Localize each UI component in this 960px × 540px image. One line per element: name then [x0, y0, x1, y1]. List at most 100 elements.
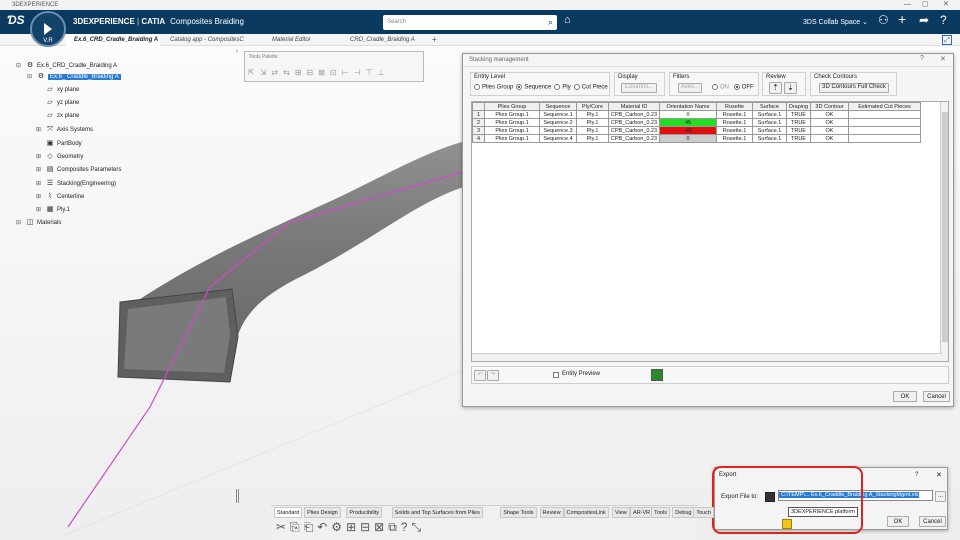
- table-cell-ply[interactable]: Ply.1: [576, 118, 609, 127]
- expand-toggle-icon[interactable]: ⊟: [27, 73, 32, 81]
- vertical-scrollbar[interactable]: [940, 102, 948, 361]
- stacking-cancel-button[interactable]: Cancel: [923, 391, 950, 402]
- browse-button[interactable]: ...: [935, 491, 946, 502]
- tab-ex6-cradle[interactable]: Ex.6_CRD_Cradle_Braiding A: [66, 34, 160, 46]
- tag-icon[interactable]: ⌂: [564, 14, 571, 26]
- stacking-ok-button[interactable]: OK: [893, 391, 917, 402]
- action-tab[interactable]: AR-VR: [630, 507, 654, 518]
- filter-off-radio[interactable]: [733, 84, 740, 90]
- table-cell-cut[interactable]: [848, 118, 921, 127]
- export-close-button[interactable]: ✕: [936, 471, 942, 479]
- tree-node[interactable]: ▣ PartBody: [46, 140, 82, 149]
- tree-node[interactable]: ⊞ ☰ Stacking(Engineering): [36, 180, 116, 189]
- table-row[interactable]: 2 Plies Group.1 Sequence.2 Ply.1 CPB_Carbon_…: [472, 118, 921, 127]
- table-cell-surface[interactable]: Surface.1: [752, 110, 787, 119]
- table-cell-contour[interactable]: OK: [810, 118, 849, 127]
- table-cell-seq[interactable]: Sequence.2: [539, 118, 577, 127]
- table-cell-orient[interactable]: 0: [659, 110, 717, 119]
- table-cell-group[interactable]: Plies Group.1: [484, 126, 540, 135]
- table-cell-group[interactable]: Plies Group.1: [484, 110, 540, 119]
- column-header[interactable]: Orientation Name: [659, 102, 717, 111]
- action-bar-icons[interactable]: ✂⎘⎗↶⚙⊞⊟⊠⧉?⤡: [276, 520, 425, 535]
- table-cell-mat[interactable]: CPB_Carbon_0.23: [608, 118, 660, 127]
- tree-node[interactable]: ⊞ ⌇ Centerline: [36, 193, 84, 202]
- action-tab[interactable]: Solids and Top Surfaces from Plies: [391, 507, 483, 518]
- tree-node[interactable]: ⊞ ⤧ Axis Systems: [36, 126, 93, 135]
- expand-toggle-icon[interactable]: ⊞: [36, 193, 41, 201]
- table-cell-ply[interactable]: Ply.1: [576, 110, 609, 119]
- tree-node[interactable]: ⊟ ◫ Materials: [16, 219, 61, 228]
- columns-button[interactable]: Columns...: [621, 83, 657, 93]
- stacking-close-button[interactable]: ✕: [940, 55, 946, 63]
- table-cell-draping[interactable]: TRUE: [786, 118, 811, 127]
- table-cell-cut[interactable]: [848, 126, 921, 135]
- table-cell-cut[interactable]: [848, 110, 921, 119]
- table-cell-mat[interactable]: CPB_Carbon_0.23: [608, 110, 660, 119]
- column-header[interactable]: Ply/Core: [576, 102, 609, 111]
- full-check-button[interactable]: 3D Contours Full Check: [819, 83, 889, 93]
- table-row[interactable]: 3 Plies Group.1 Sequence.3 Ply.1 CPB_Carbon_…: [472, 126, 921, 135]
- column-header[interactable]: Plies Group: [484, 102, 540, 111]
- table-cell-surface[interactable]: Surface.1: [752, 126, 787, 135]
- column-header[interactable]: 3D Contour: [810, 102, 849, 111]
- expand-toggle-icon[interactable]: ⊞: [36, 166, 41, 174]
- table-cell-orient[interactable]: -45: [659, 126, 717, 135]
- scroll-thumb[interactable]: [942, 112, 948, 342]
- horizontal-scrollbar[interactable]: [472, 353, 942, 361]
- maximize-button[interactable]: ▢: [922, 0, 929, 10]
- table-cell-orient[interactable]: 45: [659, 118, 717, 127]
- table-row[interactable]: 1 Plies Group.1 Sequence.1 Ply.1 CPB_Carbon_…: [472, 110, 921, 119]
- table-cell-rosette[interactable]: Rosette.1: [716, 110, 753, 119]
- redo-icon[interactable]: ↷: [487, 370, 499, 381]
- search-input[interactable]: Search ⌕: [383, 15, 557, 30]
- expand-toggle-icon[interactable]: ⊞: [36, 153, 41, 161]
- review-down-button[interactable]: ⇣: [784, 82, 797, 94]
- table-cell-rosette[interactable]: Rosette.1: [716, 118, 753, 127]
- action-tab[interactable]: Touch: [693, 507, 715, 518]
- tree-node[interactable]: ▱ zx plane: [46, 112, 79, 121]
- table-cell-seq[interactable]: Sequence.3: [539, 126, 577, 135]
- table-cell-cut[interactable]: [848, 134, 921, 143]
- action-tab[interactable]: Standard: [274, 507, 303, 518]
- table-row[interactable]: 4 Plies Group.1 Sequence.4 Ply.1 CPB_Carbon_…: [472, 134, 921, 143]
- table-cell-surface[interactable]: Surface.1: [752, 134, 787, 143]
- column-header[interactable]: Draping: [786, 102, 811, 111]
- column-header[interactable]: Rosette: [716, 102, 753, 111]
- tree-node[interactable]: ⊟ ⚙ Ex.6_ Craddle_Braiding A: [27, 73, 121, 82]
- filter-on-radio[interactable]: [712, 84, 718, 90]
- table-cell-seq[interactable]: Sequence.1: [539, 110, 577, 119]
- add-icon[interactable]: +: [898, 11, 906, 27]
- table-cell-n[interactable]: 4: [472, 134, 485, 143]
- table-cell-ply[interactable]: Ply.1: [576, 134, 609, 143]
- tree-node[interactable]: ⊟ ⚙ Ex.6_CRD_Cradle_Braiding A: [16, 62, 117, 71]
- table-cell-group[interactable]: Plies Group.1: [484, 118, 540, 127]
- new-tab-button[interactable]: +: [424, 34, 440, 46]
- column-header[interactable]: Estimated Cut Pieces: [848, 102, 921, 111]
- table-cell-seq[interactable]: Sequence.4: [539, 134, 577, 143]
- play-icon[interactable]: [44, 23, 52, 35]
- panel-resize-handle[interactable]: ‹: [236, 49, 238, 55]
- close-window-button[interactable]: ✕: [943, 0, 949, 10]
- collab-space-selector[interactable]: 3DS Collab Space ⌄: [803, 18, 868, 26]
- minimize-button[interactable]: —: [904, 0, 911, 10]
- table-cell-draping[interactable]: TRUE: [786, 110, 811, 119]
- tree-node[interactable]: ⊞ ◇ Geometry: [36, 153, 83, 162]
- entity-level-radio[interactable]: [573, 84, 580, 90]
- export-ok-button[interactable]: OK: [887, 516, 909, 527]
- table-cell-orient[interactable]: 0: [659, 134, 717, 143]
- action-tab[interactable]: Producibility: [346, 507, 383, 518]
- compass-widget[interactable]: V.R: [30, 11, 66, 47]
- export-help-button[interactable]: ?: [915, 472, 918, 478]
- table-cell-draping[interactable]: TRUE: [786, 126, 811, 135]
- search-icon[interactable]: ⌕: [548, 15, 553, 30]
- table-cell-mat[interactable]: CPB_Carbon_0.23: [608, 134, 660, 143]
- user-icon[interactable]: ⚇: [878, 13, 889, 27]
- table-cell-contour[interactable]: OK: [810, 126, 849, 135]
- table-cell-contour[interactable]: OK: [810, 134, 849, 143]
- tab-material-editor[interactable]: Material Editor: [264, 34, 338, 46]
- entity-level-radio[interactable]: [554, 84, 561, 90]
- column-header[interactable]: [472, 102, 485, 111]
- column-header[interactable]: Sequence: [539, 102, 577, 111]
- stacking-help-button[interactable]: ?: [920, 55, 924, 62]
- table-cell-surface[interactable]: Surface.1: [752, 118, 787, 127]
